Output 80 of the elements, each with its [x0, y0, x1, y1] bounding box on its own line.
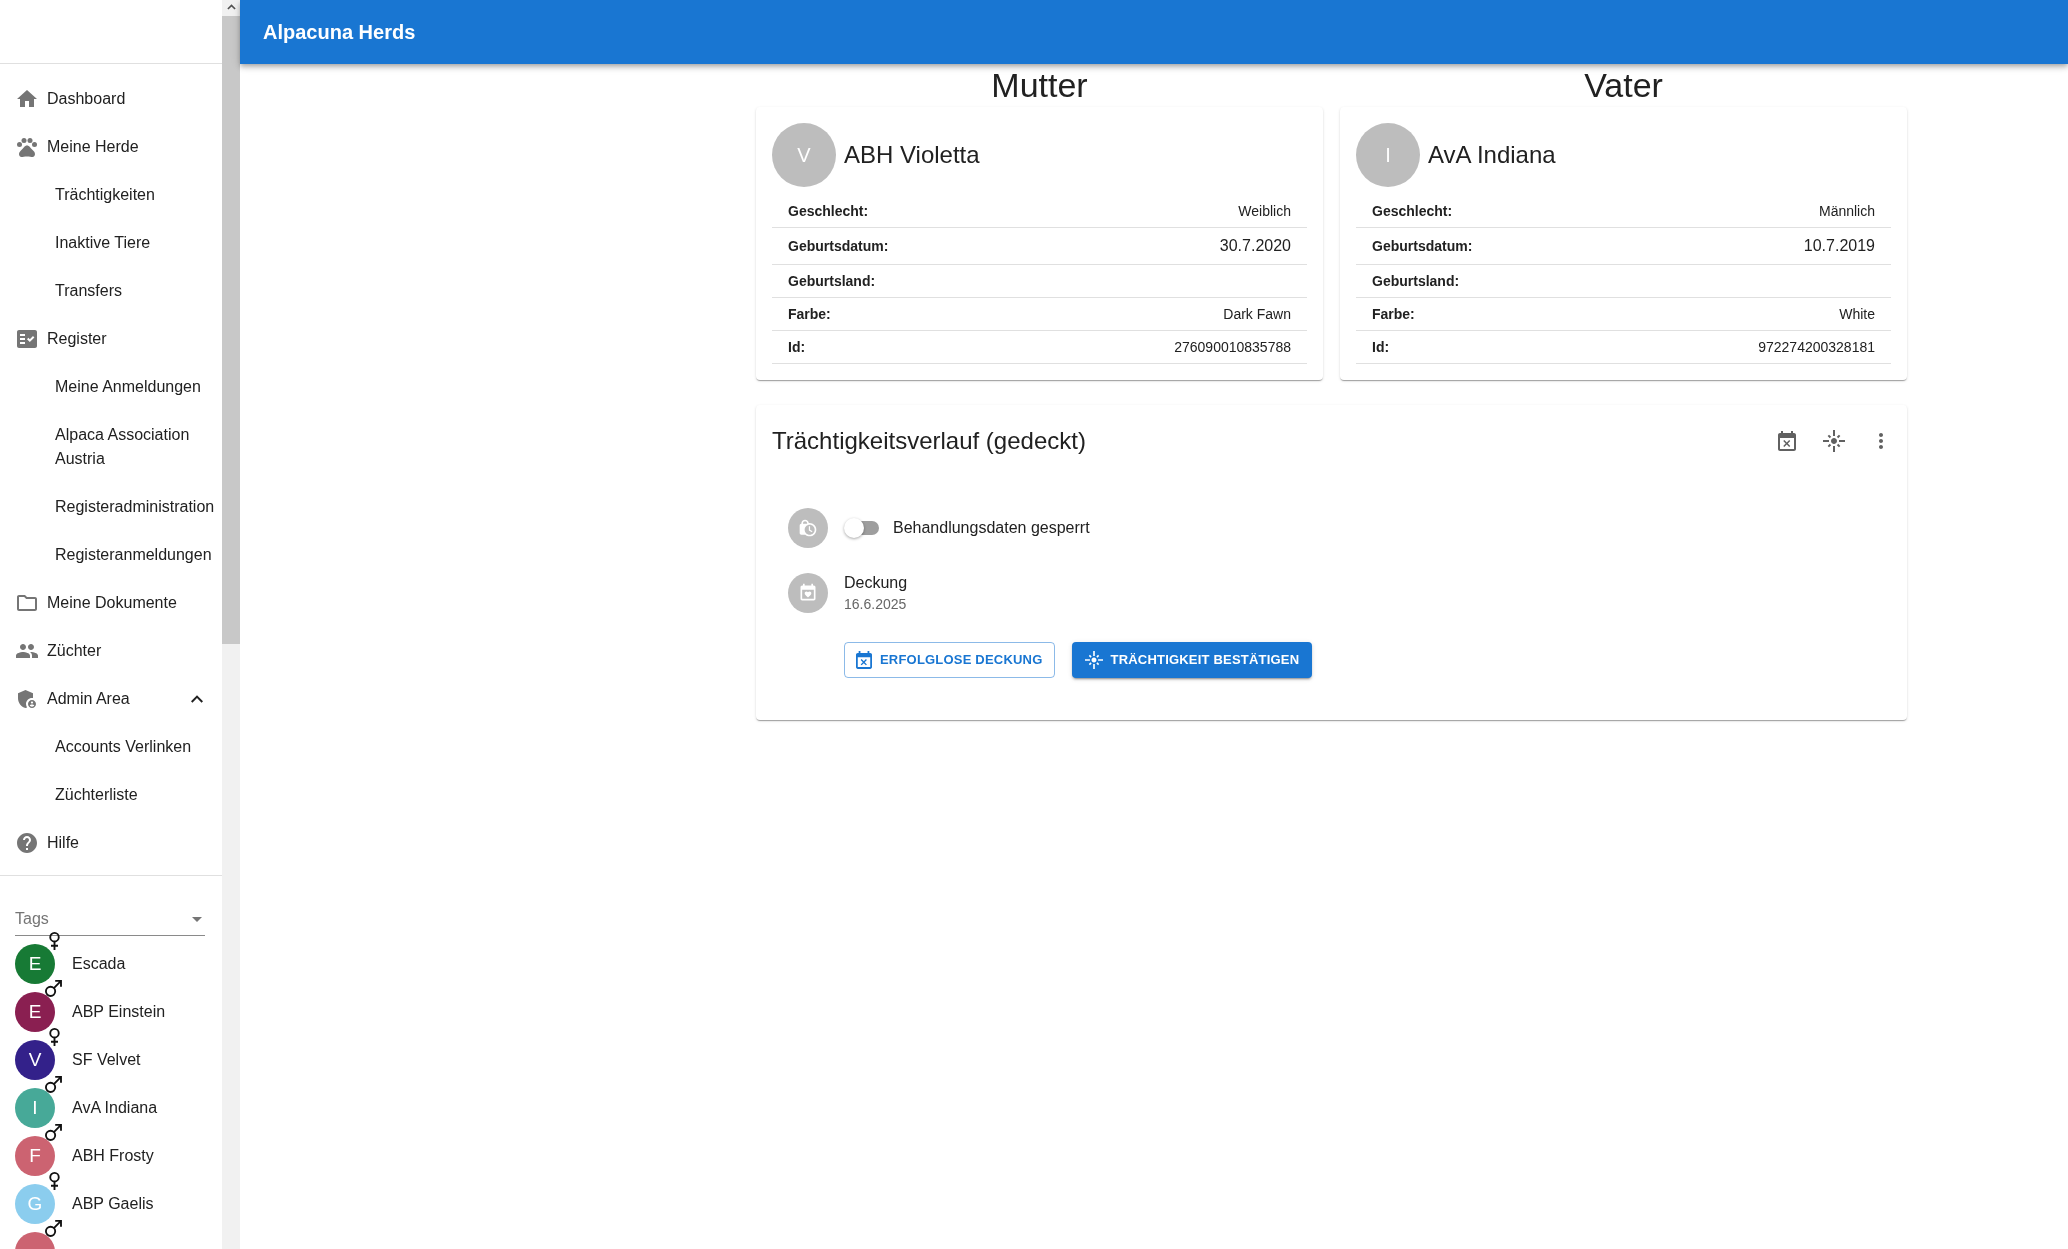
animal-name: ABH Violetta	[844, 140, 980, 170]
male-sign-icon	[45, 1076, 62, 1093]
field-label: Geschlecht:	[788, 201, 869, 221]
female-sign-icon	[49, 1028, 60, 1046]
calendar-x-icon	[856, 651, 872, 669]
shield-person-icon	[15, 687, 39, 711]
field-label: Id:	[1372, 337, 1390, 357]
nav-item[interactable]: Hilfe	[0, 819, 222, 867]
female-sign-icon	[49, 1172, 60, 1190]
avatar: E	[15, 992, 55, 1032]
avatar: I	[1356, 123, 1420, 187]
nav-subitem[interactable]: Registeranmeldungen	[0, 531, 222, 579]
primary-button[interactable]: TRÄCHTIGKEIT BESTÄTIGEN	[1071, 642, 1313, 678]
field-value: Männlich	[1818, 201, 1875, 221]
field-value: 10.7.2019	[1803, 236, 1875, 256]
nav-item[interactable]: Meine Dokumente	[0, 579, 222, 627]
avatar: G	[15, 1184, 55, 1224]
animal-list-item[interactable]: F ABH Frosty	[0, 1132, 222, 1180]
field-label: Farbe:	[788, 304, 831, 324]
avatar: E	[15, 944, 55, 984]
animal-name: AvA Indiana	[1428, 140, 1556, 170]
dropdown-arrow-icon	[192, 917, 202, 922]
field-value: White	[1839, 304, 1875, 324]
section-heading: Mutter	[990, 65, 1089, 106]
event-date: 16.6.2025	[844, 595, 908, 614]
field-value: Weiblich	[1238, 201, 1291, 221]
male-sign-icon	[45, 1124, 62, 1141]
animal-list-item[interactable]: I AvA Indiana	[0, 1084, 222, 1132]
animal-list-item[interactable]: V SF Velvet	[0, 1036, 222, 1084]
app-title: Alpacuna Herds	[263, 20, 416, 45]
avatar: F	[15, 1136, 55, 1176]
field-label: Geschlecht:	[1372, 201, 1453, 221]
toggle-label: Behandlungsdaten gesperrt	[893, 518, 1090, 538]
section-heading: Vater	[1583, 65, 1664, 106]
field-value: 972274200328181	[1758, 337, 1875, 357]
nav-subitem[interactable]: Accounts Verlinken	[0, 723, 222, 771]
toggle-switch[interactable]	[844, 518, 880, 538]
nav-item[interactable]: Register	[0, 315, 222, 363]
field-label: Id:	[788, 337, 806, 357]
nav-subitem[interactable]: Registeradministration	[0, 483, 222, 531]
nav-subitem[interactable]: Trächtigkeiten	[0, 171, 222, 219]
field-label: Geburtsland:	[1372, 271, 1460, 291]
field-label: Geburtsland:	[788, 271, 876, 291]
help-icon	[15, 831, 39, 855]
animal-list-item[interactable]: E Escada	[0, 940, 222, 988]
event-title: Deckung	[844, 573, 908, 593]
nav-item[interactable]: Dashboard	[0, 75, 222, 123]
calendar-x-icon	[1778, 431, 1796, 451]
lock-clock-icon	[788, 508, 828, 548]
field-label: Geburtsdatum:	[788, 236, 889, 256]
animal-list-item[interactable]: G ABP Gaelis	[0, 1180, 222, 1228]
nav-subitem[interactable]: Meine Anmeldungen	[0, 363, 222, 411]
more-vertical-icon	[1879, 433, 1883, 449]
nav-item[interactable]: Züchter	[0, 627, 222, 675]
scrollbar-thumb[interactable]	[222, 16, 240, 644]
nav-subitem[interactable]: Züchterliste	[0, 771, 222, 819]
card-title: Trächtigkeitsverlauf (gedeckt)	[772, 426, 1086, 456]
animal-list-item[interactable]: E ABP Einstein	[0, 988, 222, 1036]
field-label: Farbe:	[1372, 304, 1415, 324]
outlined-button[interactable]: ERFOLGLOSE DECKUNG	[844, 642, 1055, 678]
sparkle-icon	[1084, 651, 1103, 669]
checklist-icon	[15, 327, 39, 351]
tags-select[interactable]: Tags	[15, 904, 205, 936]
field-label: Geburtsdatum:	[1372, 236, 1473, 256]
field-value: Dark Fawn	[1223, 304, 1291, 324]
nav-subitem[interactable]: Transfers	[0, 267, 222, 315]
male-sign-icon	[45, 980, 62, 997]
nav-subitem[interactable]: Inaktive Tiere	[0, 219, 222, 267]
field-value: 30.7.2020	[1219, 236, 1291, 256]
sparkle-icon	[1823, 430, 1845, 452]
nav-subitem[interactable]: Alpaca Association Austria	[0, 411, 222, 483]
female-sign-icon	[49, 932, 60, 950]
field-value: 276090010835788	[1174, 337, 1291, 357]
avatar: I	[15, 1088, 55, 1128]
male-sign-icon	[45, 1220, 62, 1237]
avatar: V	[15, 1040, 55, 1080]
nav-item[interactable]: Meine Herde	[0, 123, 222, 171]
avatar: V	[772, 123, 836, 187]
paw-icon	[15, 135, 39, 159]
nav-item[interactable]: Admin Area	[0, 675, 222, 723]
